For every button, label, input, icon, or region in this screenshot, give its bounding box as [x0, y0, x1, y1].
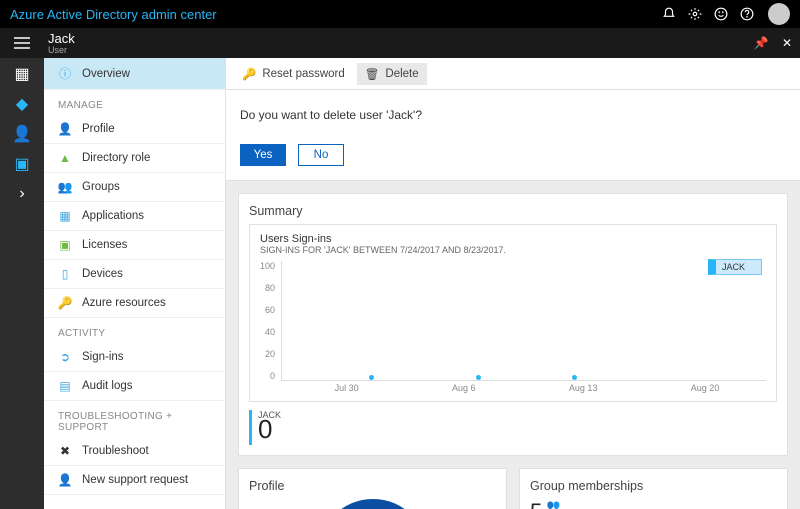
signin-icon: ➲ [58, 350, 72, 364]
settings-icon[interactable] [682, 0, 708, 28]
key-icon: 🔑 [58, 296, 72, 310]
group-memberships-card: Group memberships 5 👥 [519, 468, 788, 509]
support-icon: 👤 [58, 473, 72, 487]
label: Delete [385, 68, 418, 80]
license-icon: ▣ [58, 238, 72, 252]
rail-user-icon[interactable]: 👤 [12, 124, 32, 144]
chart-legend: JACK [708, 259, 762, 275]
blade-menu: ⓘ Overview MANAGE 👤 Profile ▲ Directory rol… [44, 58, 226, 509]
device-icon: ▯ [58, 267, 72, 281]
audit-icon: ▤ [58, 379, 72, 393]
menu-licenses[interactable]: ▣ Licenses [44, 231, 225, 260]
menu-groups[interactable]: 👥 Groups [44, 173, 225, 202]
wrench-icon: ✖ [58, 444, 72, 458]
label: Directory role [82, 152, 150, 164]
label: Groups [82, 181, 120, 193]
profile-card: Profile [238, 468, 507, 509]
yes-button[interactable]: Yes [240, 144, 286, 166]
rail-dashboard-icon[interactable]: ▦ [12, 64, 32, 84]
chart-plot-area: JACK [281, 261, 766, 381]
command-bar: 🔑 Reset password 🗑 Delete [226, 58, 800, 90]
feedback-icon[interactable] [708, 0, 734, 28]
chart-subtitle: SIGN-INS FOR 'JACK' BETWEEN 7/24/2017 AN… [260, 245, 766, 255]
summary-title: Summary [249, 204, 777, 218]
summary-card: Summary Users Sign-ins SIGN-INS FOR 'JAC… [238, 193, 788, 456]
apps-icon: ▦ [58, 209, 72, 223]
groups-icon: 👥 [547, 500, 561, 509]
groups-count: 5 [530, 499, 542, 509]
menu-azure-resources[interactable]: 🔑 Azure resources [44, 289, 225, 318]
left-rail: ▦ ◆ 👤 ▣ › [0, 58, 44, 509]
close-icon[interactable]: ✕ [774, 28, 800, 58]
label: Reset password [262, 68, 344, 80]
rail-diamond-icon[interactable]: ◆ [12, 94, 32, 114]
label: Troubleshoot [82, 445, 149, 457]
user-avatar[interactable] [768, 3, 790, 25]
menu-profile[interactable]: 👤 Profile [44, 115, 225, 144]
reset-password-button[interactable]: 🔑 Reset password [234, 63, 353, 85]
user-icon: 👤 [58, 122, 72, 136]
trash-icon: 🗑 [365, 67, 380, 81]
profile-title: Profile [249, 479, 496, 493]
menu-overview[interactable]: ⓘ Overview [44, 58, 225, 90]
rail-app-icon[interactable]: ▣ [12, 154, 32, 174]
label: Azure resources [82, 297, 166, 309]
menu-devices[interactable]: ▯ Devices [44, 260, 225, 289]
rail-expand-icon[interactable]: › [12, 184, 32, 204]
blade-title: Jack [48, 32, 75, 45]
key-icon: 🔑 [242, 67, 256, 81]
signins-chart: Users Sign-ins SIGN-INS FOR 'JACK' BETWE… [249, 224, 777, 402]
label: Profile [82, 123, 115, 135]
blade-header: Jack User 📌 ✕ [0, 28, 800, 58]
notification-icon[interactable] [656, 0, 682, 28]
delete-button[interactable]: 🗑 Delete [357, 63, 427, 85]
label: Overview [82, 68, 130, 80]
global-header: Azure Active Directory admin center [0, 0, 800, 28]
label: Sign-ins [82, 351, 124, 363]
pin-icon[interactable]: 📌 [748, 28, 774, 58]
blade-subtitle: User [48, 45, 75, 55]
chart-title: Users Sign-ins [260, 233, 766, 245]
confirm-panel: Do you want to delete user 'Jack'? Yes N… [226, 90, 800, 181]
menu-audit-logs[interactable]: ▤ Audit logs [44, 372, 225, 401]
no-button[interactable]: No [298, 144, 344, 166]
info-icon: ⓘ [58, 65, 72, 82]
label: New support request [82, 474, 188, 486]
menu-section-manage: MANAGE [44, 90, 225, 115]
menu-section-activity: ACTIVITY [44, 318, 225, 343]
label: Audit logs [82, 380, 133, 392]
profile-avatar-large [318, 499, 428, 509]
help-icon[interactable] [734, 0, 760, 28]
hamburger-icon[interactable] [0, 28, 44, 58]
menu-troubleshoot[interactable]: ✖ Troubleshoot [44, 437, 225, 466]
blade-content: 🔑 Reset password 🗑 Delete Do you want to d… [226, 58, 800, 509]
chart-xaxis: Jul 30Aug 6Aug 13Aug 20 [288, 383, 766, 393]
chart-yaxis: 100806040200 [260, 261, 281, 381]
menu-section-troubleshoot: TROUBLESHOOTING + SUPPORT [44, 401, 225, 437]
label: Applications [82, 210, 144, 222]
menu-applications[interactable]: ▦ Applications [44, 202, 225, 231]
signins-total: JACK 0 [249, 410, 777, 445]
groups-title: Group memberships [530, 479, 777, 493]
confirm-question: Do you want to delete user 'Jack'? [240, 108, 786, 122]
role-icon: ▲ [58, 151, 72, 165]
label: Devices [82, 268, 123, 280]
groups-icon: 👥 [58, 180, 72, 194]
label: Licenses [82, 239, 127, 251]
menu-sign-ins[interactable]: ➲ Sign-ins [44, 343, 225, 372]
menu-new-support[interactable]: 👤 New support request [44, 466, 225, 495]
menu-directory-role[interactable]: ▲ Directory role [44, 144, 225, 173]
product-title: Azure Active Directory admin center [10, 7, 217, 22]
